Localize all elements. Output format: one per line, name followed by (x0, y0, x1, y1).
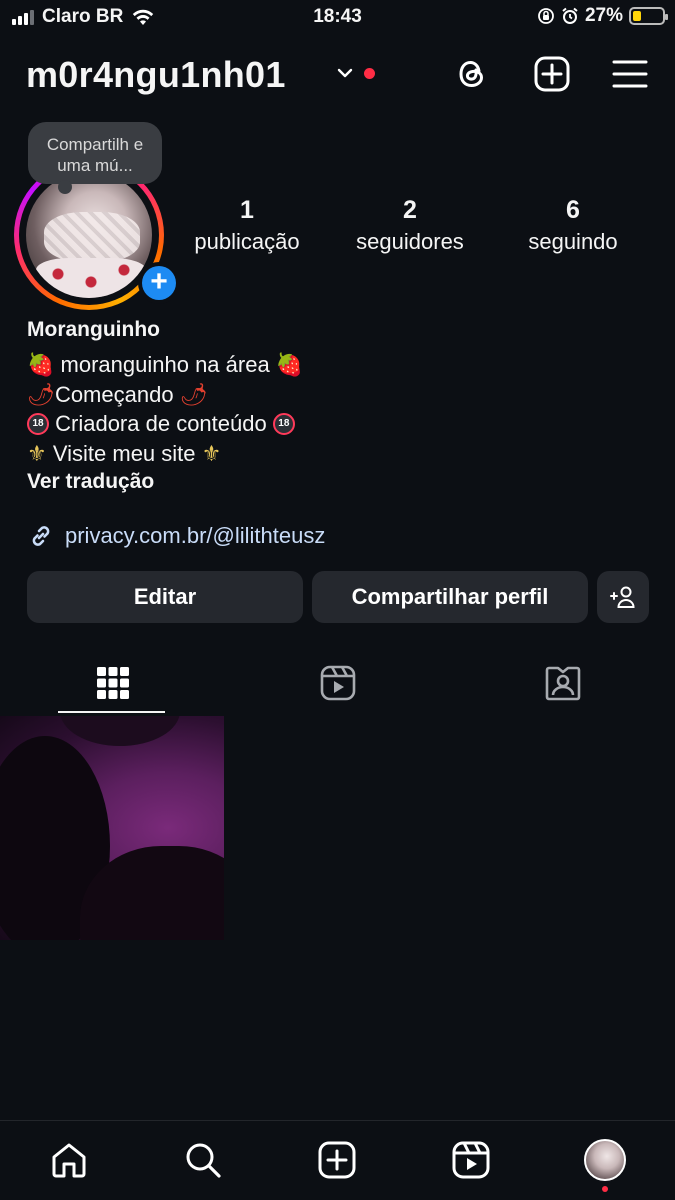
home-icon (52, 1143, 86, 1178)
stat-label: seguidores (356, 229, 464, 254)
stat-label: seguindo (528, 229, 618, 254)
stat-following[interactable]: 6 seguindo (493, 196, 653, 255)
orientation-lock-icon (538, 8, 554, 24)
strawberry-icon: 🍓 (275, 352, 304, 377)
status-bar: Claro BR 18:43 27% (0, 0, 675, 36)
strawberry-icon: 🍓 (27, 352, 55, 377)
reels-icon (320, 665, 355, 701)
nav-profile[interactable] (584, 1139, 626, 1181)
bio-text: Criadora de conteúdo (55, 411, 267, 436)
nav-home[interactable] (48, 1139, 90, 1181)
tab-tagged[interactable] (450, 650, 675, 716)
profile-avatar (584, 1139, 626, 1181)
nav-create[interactable] (316, 1139, 358, 1181)
profile-tabs (0, 650, 675, 716)
plus-icon: + (142, 266, 176, 300)
fleur-de-lis-icon: ⚜ (27, 440, 47, 466)
no-under-18-icon: 18 (272, 412, 295, 435)
bio-line: 🌶 Começando 🌶 (27, 380, 647, 410)
notification-dot (364, 68, 375, 79)
hot-pepper-icon: 🌶 (27, 381, 55, 407)
fleur-de-lis-icon: ⚜ (201, 440, 222, 466)
bio-section: Moranguinho 🍓 moranguinho na área 🍓 🌶 Com… (27, 318, 647, 494)
stat-value: 6 (566, 196, 580, 224)
alarm-icon (562, 7, 578, 24)
username-switcher[interactable]: m0r4ngu1nh01 (26, 54, 286, 96)
see-translation-link[interactable]: Ver tradução (27, 470, 647, 494)
display-name: Moranguinho (27, 318, 160, 341)
hot-pepper-icon: 🌶 (179, 381, 208, 407)
no-under-18-icon: 18 (27, 412, 49, 435)
threads-icon[interactable] (452, 54, 492, 94)
stat-posts[interactable]: 1 publicação (167, 196, 327, 255)
profile-avatar[interactable] (26, 172, 152, 298)
status-right: 27% (537, 5, 668, 27)
bio-line: ⚜ Visite meu site ⚜ (27, 439, 647, 469)
chevron-down-icon[interactable] (336, 64, 354, 82)
link-text: privacy.com.br/@lilithteusz (65, 523, 326, 548)
bio-line: 🍓 moranguinho na área 🍓 (27, 350, 647, 380)
profile-header: m0r4ngu1nh01 (0, 50, 675, 102)
stat-value: 2 (403, 196, 417, 224)
tagged-icon (545, 666, 580, 701)
battery-level (633, 11, 641, 21)
grid-icon (96, 667, 129, 699)
nav-reels[interactable] (450, 1139, 492, 1181)
bottom-nav (0, 1120, 675, 1200)
create-post-icon[interactable] (532, 54, 572, 94)
stat-label: publicação (194, 229, 300, 254)
create-icon (318, 1141, 356, 1179)
battery-percent: 27% (584, 5, 623, 26)
profile-notification-dot (602, 1186, 608, 1192)
nav-search[interactable] (182, 1139, 224, 1181)
menu-icon[interactable] (610, 54, 650, 94)
add-story-button[interactable]: + (138, 262, 180, 304)
reels-icon (452, 1141, 490, 1179)
stat-followers[interactable]: 2 seguidores (330, 196, 490, 255)
add-person-icon (610, 586, 635, 608)
search-icon (186, 1143, 221, 1178)
tab-grid[interactable] (0, 650, 225, 716)
edit-profile-button[interactable]: Editar (27, 571, 303, 623)
link-icon (32, 526, 50, 546)
active-tab-indicator (58, 711, 165, 713)
note-bubble[interactable]: Compartilh e uma mú... (28, 122, 162, 194)
discover-people-button[interactable] (597, 571, 649, 623)
battery-icon (629, 7, 668, 25)
stat-value: 1 (240, 196, 254, 224)
share-profile-button[interactable]: Compartilhar perfil (312, 571, 588, 623)
bio-text: Começando (54, 381, 174, 407)
post-thumbnail[interactable] (0, 716, 224, 940)
tab-reels[interactable] (225, 650, 450, 716)
profile-page: Claro BR 18:43 27% m0r4ngu1nh01 + Compar… (0, 0, 675, 1200)
bio-text: Visite meu site (52, 440, 196, 466)
bio-line: 18 Criadora de conteúdo 18 (27, 409, 647, 439)
profile-link[interactable]: privacy.com.br/@lilithteusz (27, 522, 325, 550)
bio-text: moranguinho na área (60, 352, 270, 377)
